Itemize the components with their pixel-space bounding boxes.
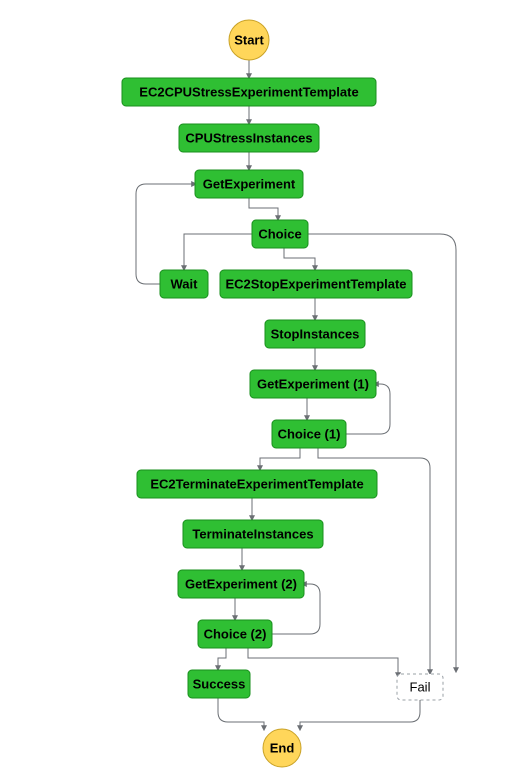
node-choice-2: Choice (2) [198, 620, 272, 648]
node-ec2-cpu-stress-template: EC2CPUStressExperimentTemplate [122, 78, 376, 106]
edge-n13-n14 [218, 648, 226, 670]
node-fail: Fail [397, 674, 443, 700]
start-label: Start [234, 32, 264, 47]
node-label: Choice (2) [204, 626, 267, 641]
node-success: Success [188, 670, 250, 698]
edge-n4-n5 [184, 234, 254, 270]
edge-n4-n6 [284, 248, 315, 270]
node-stop-instances: StopInstances [265, 320, 365, 348]
edge-n14-end [218, 698, 264, 730]
node-label: Choice (1) [278, 426, 341, 441]
edge-n13-fail [248, 648, 398, 677]
node-label: Choice [258, 226, 301, 241]
node-wait: Wait [160, 270, 208, 298]
edge-n3-n4 [249, 198, 278, 220]
node-get-experiment-1: GetExperiment (1) [250, 370, 376, 398]
node-choice: Choice [252, 220, 308, 248]
node-label: GetExperiment (1) [257, 376, 369, 391]
node-label: Wait [171, 276, 199, 291]
edge-fail-end [300, 700, 420, 730]
start-node: Start [229, 20, 269, 60]
node-cpu-stress-instances: CPUStressInstances [179, 124, 319, 152]
node-get-experiment-2: GetExperiment (2) [178, 570, 304, 598]
node-terminate-instances: TerminateInstances [183, 520, 323, 548]
node-label: Success [193, 676, 246, 691]
node-label: GetExperiment [203, 176, 296, 191]
node-label: EC2TerminateExperimentTemplate [150, 476, 363, 491]
edge-n4-fail [306, 234, 456, 672]
end-node: End [263, 729, 301, 767]
end-label: End [270, 740, 295, 755]
edge-n9-n10 [260, 448, 300, 470]
node-label: TerminateInstances [192, 526, 313, 541]
fail-label: Fail [410, 679, 431, 694]
node-ec2-terminate-template: EC2TerminateExperimentTemplate [137, 470, 377, 498]
node-label: EC2CPUStressExperimentTemplate [139, 84, 358, 99]
node-choice-1: Choice (1) [272, 420, 346, 448]
node-label: GetExperiment (2) [185, 576, 297, 591]
node-label: StopInstances [271, 326, 360, 341]
node-ec2-stop-template: EC2StopExperimentTemplate [220, 270, 412, 298]
node-label: CPUStressInstances [185, 130, 312, 145]
node-get-experiment: GetExperiment [195, 170, 303, 198]
node-label: EC2StopExperimentTemplate [225, 276, 406, 291]
